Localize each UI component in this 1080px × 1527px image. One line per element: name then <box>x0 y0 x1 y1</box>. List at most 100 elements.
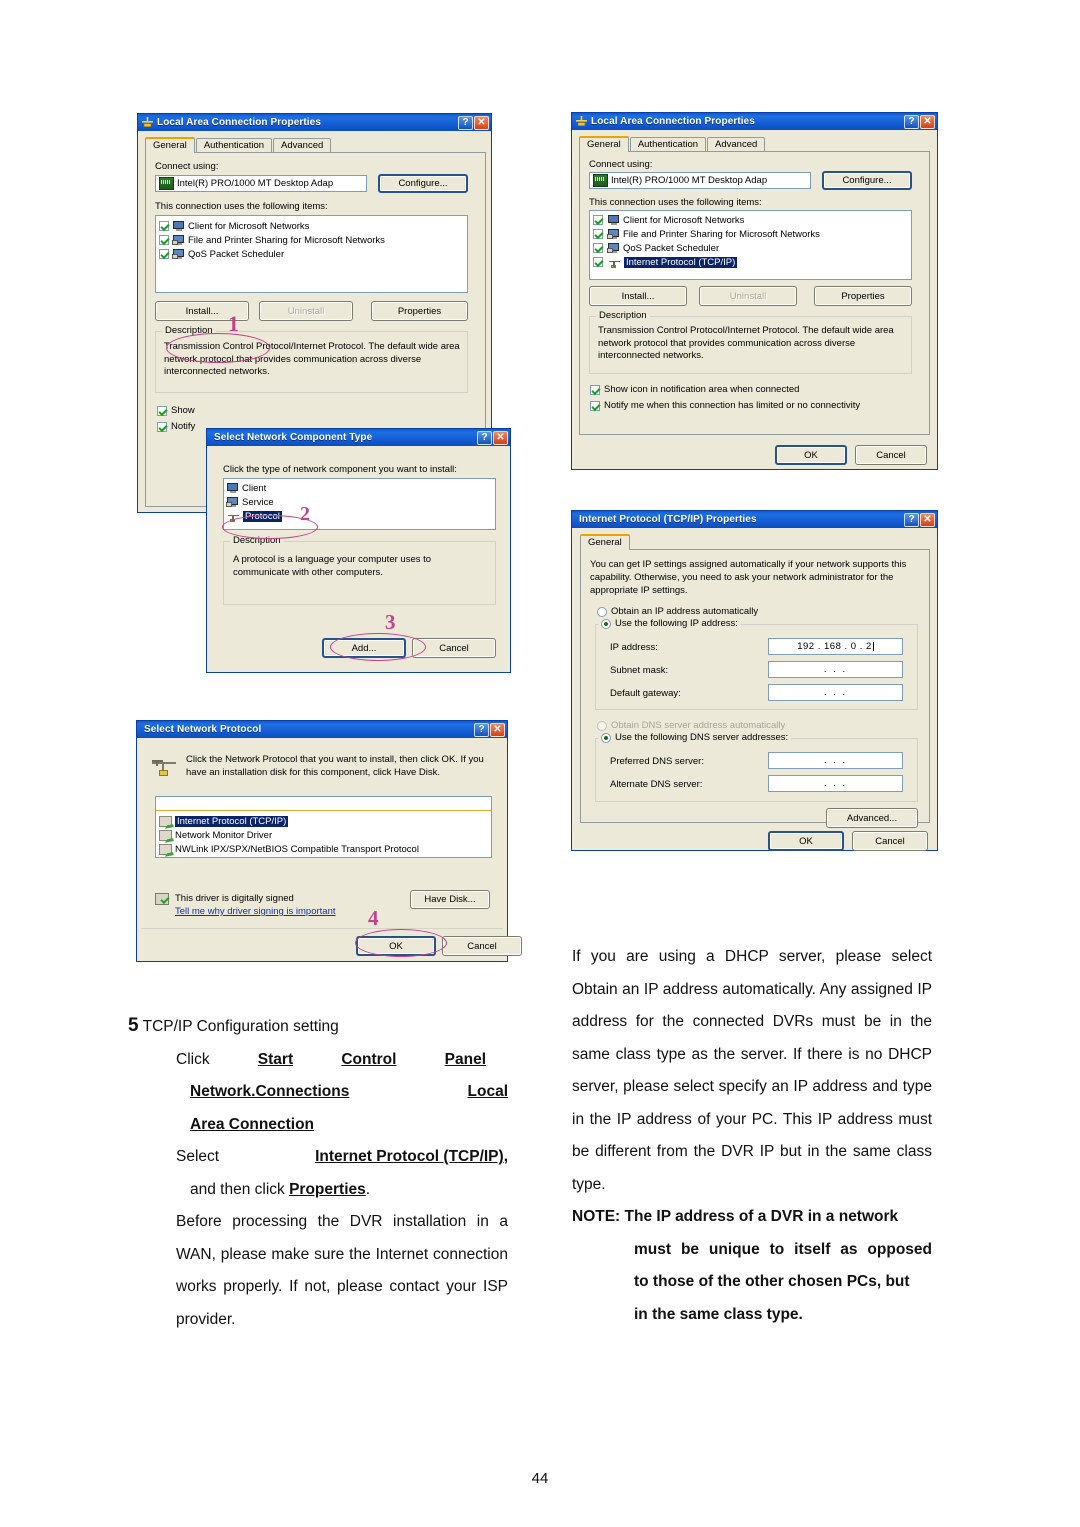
list-item[interactable]: NWLink IPX/SPX/NetBIOS Compatible Transp… <box>156 842 491 856</box>
preferred-dns-field[interactable]: . . . <box>768 752 903 769</box>
cancel-button[interactable]: Cancel <box>852 831 928 851</box>
close-icon[interactable]: ✕ <box>920 114 935 129</box>
list-item[interactable]: Client for Microsoft Networks <box>590 213 911 227</box>
configure-button[interactable]: Configure... <box>822 171 912 190</box>
list-item[interactable]: Service <box>224 495 495 509</box>
radio-obtain-ip-row[interactable]: Obtain an IP address automatically <box>597 606 758 617</box>
page-number: 44 <box>531 1470 549 1487</box>
ip-address-field[interactable]: 192 . 168 . 0 . 2 <box>768 638 903 655</box>
checkbox[interactable] <box>159 221 169 231</box>
checkbox[interactable] <box>593 215 603 225</box>
help-button[interactable]: ? <box>904 512 919 527</box>
tab-strip: General Authentication Advanced <box>579 136 766 152</box>
list-item[interactable]: Client <box>224 481 495 495</box>
cancel-button[interactable]: Cancel <box>412 638 496 658</box>
list-item[interactable]: Network Monitor Driver <box>156 828 491 842</box>
select-protocol-line: Select Internet Protocol (TCP/IP), <box>176 1141 508 1174</box>
titlebar[interactable]: Local Area Connection Properties ? ✕ <box>138 114 491 131</box>
radio-button[interactable] <box>597 606 607 617</box>
tab-advanced[interactable]: Advanced <box>707 137 766 152</box>
add-button[interactable]: Add... <box>322 638 406 658</box>
tab-general[interactable]: General <box>580 534 630 550</box>
protocol-listbox[interactable]: Internet Protocol (TCP/IP) Network Monit… <box>155 796 492 858</box>
description-text: A protocol is a language your computer u… <box>233 554 432 578</box>
radio-obtain-dns-label: Obtain DNS server address automatically <box>611 720 786 731</box>
properties-button[interactable]: Properties <box>371 301 468 321</box>
adapter-field[interactable]: Intel(R) PRO/1000 MT Desktop Adap <box>589 172 811 189</box>
note-line-4: in the same class type. <box>572 1299 932 1332</box>
dialog-title: Local Area Connection Properties <box>157 117 321 128</box>
checkbox[interactable] <box>593 243 603 253</box>
components-listbox[interactable]: Client for Microsoft Networks File and P… <box>589 210 912 280</box>
dialog-body: General Authentication Advanced Connect … <box>572 130 937 469</box>
ok-button[interactable]: OK <box>775 445 847 465</box>
notify-checkbox-row[interactable]: Notify me when this connection has limit… <box>590 400 860 411</box>
list-item-selected[interactable]: Internet Protocol (TCP/IP) <box>590 255 911 269</box>
dialog-select-network-component-type: Select Network Component Type ? ✕ Click … <box>206 428 511 673</box>
list-item-selected[interactable]: Internet Protocol (TCP/IP) <box>156 814 491 828</box>
show-icon-checkbox-row[interactable]: Show <box>157 405 195 416</box>
tab-advanced[interactable]: Advanced <box>273 138 332 153</box>
checkbox[interactable] <box>593 257 603 267</box>
list-item[interactable]: Client for Microsoft Networks <box>156 219 467 233</box>
titlebar[interactable]: Select Network Component Type ? ✕ <box>207 429 510 446</box>
driver-signing-link[interactable]: Tell me why driver signing is important <box>175 906 336 917</box>
close-icon[interactable]: ✕ <box>474 115 489 130</box>
have-disk-button[interactable]: Have Disk... <box>410 890 490 909</box>
radio-button[interactable] <box>601 619 611 629</box>
show-icon-checkbox-row[interactable]: Show icon in notification area when conn… <box>590 384 799 395</box>
default-gateway-field[interactable]: . . . <box>768 684 903 701</box>
titlebar[interactable]: Internet Protocol (TCP/IP) Properties ? … <box>572 511 937 528</box>
close-icon[interactable]: ✕ <box>493 430 508 445</box>
help-button[interactable]: ? <box>458 115 473 130</box>
cancel-button[interactable]: Cancel <box>442 936 522 956</box>
checkbox[interactable] <box>590 400 600 411</box>
path-start: Start <box>257 1050 294 1068</box>
adapter-field[interactable]: Intel(R) PRO/1000 MT Desktop Adap <box>155 175 367 192</box>
radio-use-dns-row[interactable]: Use the following DNS server addresses: <box>598 733 792 743</box>
dialog-internet-protocol-tcpip-properties: Internet Protocol (TCP/IP) Properties ? … <box>571 510 938 851</box>
cancel-button[interactable]: Cancel <box>855 445 927 465</box>
checkbox[interactable] <box>590 384 600 395</box>
help-button[interactable]: ? <box>904 114 919 129</box>
list-item-selected[interactable]: Protocol <box>224 509 495 523</box>
properties-button[interactable]: Properties <box>814 286 912 306</box>
list-item[interactable]: File and Printer Sharing for Microsoft N… <box>590 227 911 241</box>
tab-general[interactable]: General <box>579 136 629 152</box>
path-panel: Panel <box>444 1050 486 1068</box>
help-button[interactable]: ? <box>477 430 492 445</box>
list-item[interactable]: QoS Packet Scheduler <box>156 247 467 261</box>
titlebar[interactable]: Select Network Protocol ? ✕ <box>137 721 507 738</box>
list-item[interactable]: QoS Packet Scheduler <box>590 241 911 255</box>
install-button[interactable]: Install... <box>589 286 687 306</box>
tab-general[interactable]: General <box>145 137 195 153</box>
help-button[interactable]: ? <box>474 722 489 737</box>
checkbox[interactable] <box>157 421 167 432</box>
checkbox[interactable] <box>159 249 169 259</box>
tab-authentication[interactable]: Authentication <box>629 137 707 152</box>
then-click-text: and then click <box>190 1180 290 1198</box>
list-item[interactable]: File and Printer Sharing for Microsoft N… <box>156 233 467 247</box>
radio-use-ip-row[interactable]: Use the following IP address: <box>598 619 741 629</box>
alternate-dns-field[interactable]: . . . <box>768 775 903 792</box>
monitor-icon <box>227 483 239 493</box>
radio-button[interactable] <box>601 733 611 743</box>
tab-authentication[interactable]: Authentication <box>195 138 273 153</box>
ok-button[interactable]: OK <box>356 936 436 956</box>
list-item-label: Internet Protocol (TCP/IP) <box>624 256 738 268</box>
checkbox[interactable] <box>593 229 603 239</box>
close-icon[interactable]: ✕ <box>920 512 935 527</box>
checkbox[interactable] <box>157 405 167 416</box>
configure-button[interactable]: Configure... <box>378 174 468 193</box>
subnet-mask-field[interactable]: . . . <box>768 661 903 678</box>
components-listbox[interactable]: Client for Microsoft Networks File and P… <box>155 215 468 293</box>
titlebar[interactable]: Local Area Connection Properties ? ✕ <box>572 113 937 130</box>
component-type-listbox[interactable]: Client Service Protocol <box>223 478 496 530</box>
advanced-button[interactable]: Advanced... <box>826 808 918 828</box>
notify-checkbox-row[interactable]: Notify <box>157 421 195 432</box>
close-icon[interactable]: ✕ <box>490 722 505 737</box>
checkbox[interactable] <box>159 235 169 245</box>
uninstall-button: Uninstall <box>699 286 797 306</box>
ok-button[interactable]: OK <box>768 831 844 851</box>
path-area-connection: Area Connection <box>190 1115 315 1133</box>
